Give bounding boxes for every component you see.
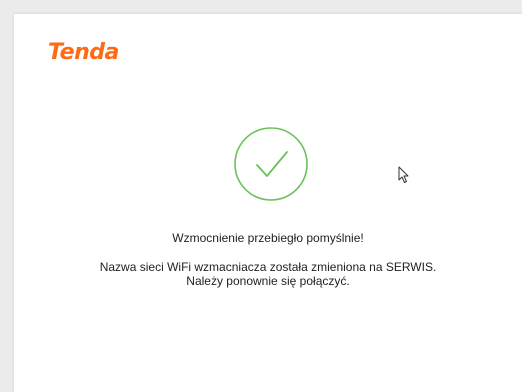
mouse-cursor-icon — [398, 166, 409, 183]
message-line-1: Nazwa sieci WiFi wzmacniacza została zmi… — [99, 260, 437, 274]
success-message: Nazwa sieci WiFi wzmacniacza została zmi… — [14, 260, 522, 288]
message-line-2: Należy ponownie się połączyć. — [186, 274, 350, 288]
check-circle-icon — [234, 127, 308, 201]
success-title: Wzmocnienie przebiegło pomyślnie! — [172, 231, 364, 245]
tenda-logo: Tenda — [48, 40, 119, 65]
page-background: Tenda Wzmocnienie przebiegło pomyślnie! … — [0, 0, 522, 392]
content-panel: Tenda Wzmocnienie przebiegło pomyślnie! … — [14, 14, 522, 392]
